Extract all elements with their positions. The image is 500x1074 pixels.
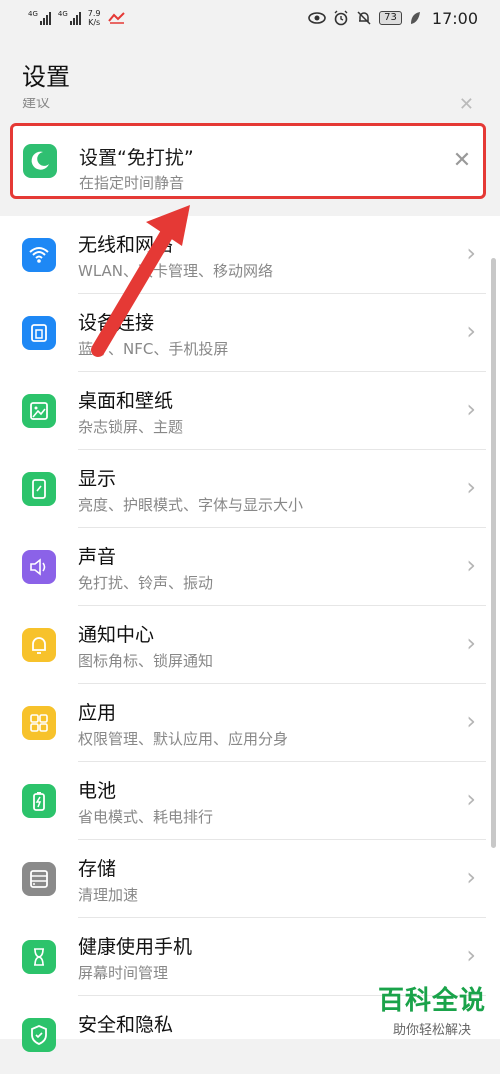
settings-item-storage[interactable]: 存储 清理加速 › <box>0 840 500 918</box>
settings-item-device-connect[interactable]: 设备连接 蓝牙、NFC、手机投屏 › <box>0 294 500 372</box>
settings-item-title: 桌面和壁纸 <box>78 390 174 412</box>
watermark-sub: 助你轻松解决 <box>392 1023 471 1038</box>
eye-comfort-icon <box>308 12 326 24</box>
chevron-right-icon: › <box>466 395 476 423</box>
settings-item-title: 应用 <box>78 702 117 724</box>
settings-item-battery[interactable]: 电池 省电模式、耗电排行 › <box>0 762 500 840</box>
storage-icon <box>22 862 56 896</box>
apps-grid-icon <box>22 706 56 740</box>
status-right: 73 17:00 <box>308 9 478 28</box>
settings-item-title: 通知中心 <box>78 624 155 646</box>
settings-item-title: 安全和隐私 <box>78 1014 174 1036</box>
settings-item-notifications[interactable]: 通知中心 图标角标、锁屏通知 › <box>0 606 500 684</box>
settings-item-title: 存储 <box>78 858 117 880</box>
chevron-right-icon: › <box>466 551 476 579</box>
suggestion-subtitle: 在指定时间静音 <box>79 174 185 192</box>
settings-item-wallpaper[interactable]: 桌面和壁纸 杂志锁屏、主题 › <box>0 372 500 450</box>
suggestion-card-dnd[interactable]: 设置“免打扰” 在指定时间静音 ✕ <box>10 123 486 199</box>
settings-item-subtitle: WLAN、双卡管理、移动网络 <box>78 262 274 280</box>
settings-item-subtitle: 图标角标、锁屏通知 <box>78 652 214 670</box>
page-title: 设置 <box>22 63 70 91</box>
leaf-icon <box>410 12 420 24</box>
status-time: 17:00 <box>431 8 478 28</box>
chevron-right-icon: › <box>466 239 476 267</box>
settings-item-title: 声音 <box>78 546 117 568</box>
settings-item-apps[interactable]: 应用 权限管理、默认应用、应用分身 › <box>0 684 500 762</box>
settings-item-subtitle: 屏幕时间管理 <box>78 964 169 982</box>
settings-item-subtitle: 清理加速 <box>78 886 139 904</box>
settings-list: 无线和网络 WLAN、双卡管理、移动网络 › 设备连接 蓝牙、NFC、手机投屏 … <box>0 216 500 1052</box>
suggestions-header: 建议 ✕ <box>22 98 482 112</box>
settings-item-subtitle: 权限管理、默认应用、应用分身 <box>78 730 289 748</box>
moon-icon <box>23 144 57 178</box>
settings-item-subtitle: 杂志锁屏、主题 <box>78 418 184 436</box>
chevron-right-icon: › <box>466 473 476 501</box>
mute-bell-icon <box>357 11 371 25</box>
settings-item-title: 设备连接 <box>78 312 155 334</box>
chevron-right-icon: › <box>466 863 476 891</box>
settings-item-subtitle: 蓝牙、NFC、手机投屏 <box>78 340 229 358</box>
wallpaper-icon <box>22 394 56 428</box>
battery-level: 73 <box>379 11 402 25</box>
watermark-main: 百科全说 <box>377 986 486 1016</box>
display-icon <box>22 472 56 506</box>
shield-icon <box>22 1018 56 1052</box>
settings-item-subtitle: 省电模式、耗电排行 <box>78 808 214 826</box>
battery-icon <box>22 784 56 818</box>
chevron-right-icon: › <box>466 707 476 735</box>
network-speed: 7.9 K/s <box>87 9 101 27</box>
chevron-right-icon: › <box>466 629 476 657</box>
wifi-icon <box>22 238 56 272</box>
bell-icon <box>22 628 56 662</box>
signal-strength-icon: 4G <box>58 11 81 25</box>
suggestion-title: 设置“免打扰” <box>79 147 194 169</box>
signal-strength-icon: 4G <box>28 11 51 25</box>
alarm-icon <box>334 10 348 26</box>
settings-item-title: 电池 <box>78 780 117 802</box>
settings-item-wireless[interactable]: 无线和网络 WLAN、双卡管理、移动网络 › <box>0 216 500 294</box>
chevron-right-icon: › <box>466 941 476 969</box>
settings-item-sound[interactable]: 声音 免打扰、铃声、振动 › <box>0 528 500 606</box>
speaker-icon <box>22 550 56 584</box>
scrollbar[interactable] <box>491 258 496 848</box>
close-icon[interactable]: ✕ <box>459 98 474 112</box>
close-icon[interactable]: ✕ <box>451 150 473 172</box>
status-left: 4G 4G 7.9 K/s <box>28 9 126 27</box>
suggestions-header-label: 建议 <box>22 98 50 111</box>
device-connect-icon <box>22 316 56 350</box>
chevron-right-icon: › <box>466 785 476 813</box>
settings-item-subtitle: 亮度、护眼模式、字体与显示大小 <box>78 496 304 514</box>
settings-item-title: 显示 <box>78 468 117 490</box>
status-bar: 4G 4G 7.9 K/s 73 17:00 <box>0 0 500 36</box>
chevron-right-icon: › <box>466 317 476 345</box>
settings-item-subtitle: 免打扰、铃声、振动 <box>78 574 214 592</box>
app-notification-icon <box>107 12 125 24</box>
hourglass-icon <box>22 940 56 974</box>
settings-item-title: 健康使用手机 <box>78 936 193 958</box>
settings-item-display[interactable]: 显示 亮度、护眼模式、字体与显示大小 › <box>0 450 500 528</box>
watermark: 百科全说 助你轻松解决 <box>378 980 486 1038</box>
settings-item-title: 无线和网络 <box>78 234 174 256</box>
